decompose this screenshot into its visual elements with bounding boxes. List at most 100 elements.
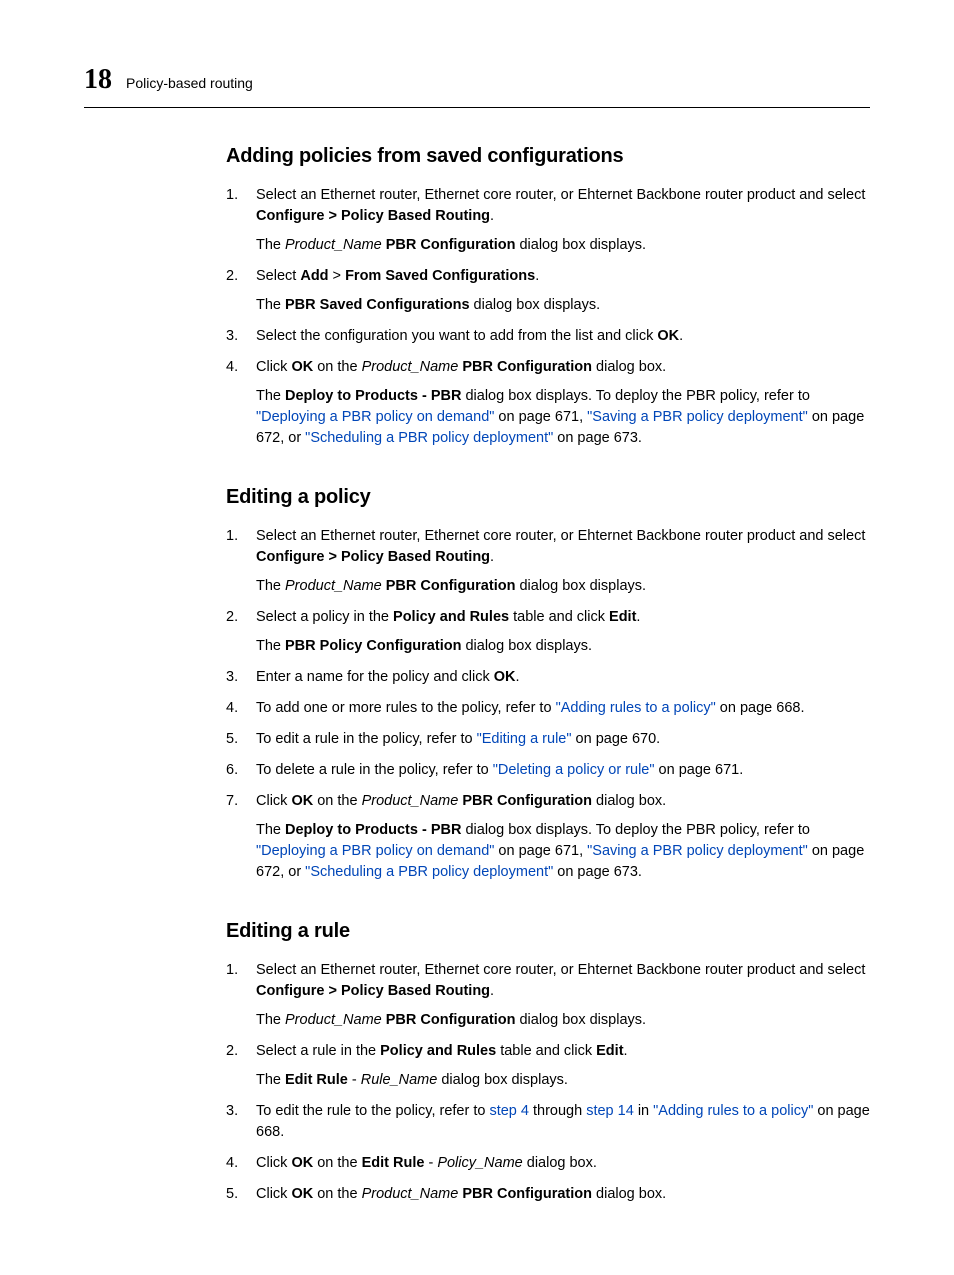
text: dialog box displays.	[437, 1072, 568, 1088]
text: The	[256, 1072, 285, 1088]
header-title: Policy-based routing	[126, 73, 253, 93]
list-item: 4. Click OK on the Product_Name PBR Conf…	[226, 357, 870, 449]
xref-link[interactable]: "Saving a PBR policy deployment"	[587, 409, 808, 425]
list-item: 7. Click OK on the Product_Name PBR Conf…	[226, 791, 870, 883]
text: .	[636, 609, 640, 625]
text: Select	[256, 268, 300, 284]
text: The	[256, 1012, 285, 1028]
text: on page 671,	[494, 843, 587, 859]
sub-text: The Product_Name PBR Configuration dialo…	[256, 576, 870, 597]
list-item: 2. Select a rule in the Policy and Rules…	[226, 1041, 870, 1091]
rule-name: Rule_Name	[361, 1072, 438, 1088]
dialog-name: PBR Configuration	[382, 1012, 516, 1028]
step-text: Select an Ethernet router, Ethernet core…	[256, 187, 865, 203]
text: dialog box displays. To deploy the PBR p…	[461, 822, 809, 838]
product-name: Product_Name	[362, 359, 459, 375]
list-item: 6. To delete a rule in the policy, refer…	[226, 760, 870, 781]
sub-text: The Deploy to Products - PBR dialog box …	[256, 820, 870, 883]
text: The	[256, 638, 285, 654]
list-item: 3. Enter a name for the policy and click…	[226, 667, 870, 688]
xref-link[interactable]: "Deploying a PBR policy on demand"	[256, 409, 494, 425]
list-item: 4. Click OK on the Edit Rule - Policy_Na…	[226, 1153, 870, 1174]
xref-link[interactable]: "Scheduling a PBR policy deployment"	[305, 430, 553, 446]
steps-adding-policies: 1. Select an Ethernet router, Ethernet c…	[226, 185, 870, 449]
heading-adding-policies: Adding policies from saved configuration…	[226, 142, 870, 171]
sub-text: The Product_Name PBR Configuration dialo…	[256, 1010, 870, 1031]
policy-name: Policy_Name	[437, 1155, 522, 1171]
text: Click	[256, 1186, 291, 1202]
xref-link[interactable]: "Scheduling a PBR policy deployment"	[305, 864, 553, 880]
xref-link[interactable]: "Deleting a policy or rule"	[493, 762, 655, 778]
text: Enter a name for the policy and click	[256, 669, 494, 685]
xref-link[interactable]: step 4	[489, 1103, 529, 1119]
text: dialog box.	[592, 359, 666, 375]
button-ref: OK	[291, 359, 313, 375]
product-name: Product_Name	[362, 793, 459, 809]
dialog-name: PBR Configuration	[458, 793, 592, 809]
text: on page 671.	[655, 762, 744, 778]
list-item: 4. To add one or more rules to the polic…	[226, 698, 870, 719]
table-name: Policy and Rules	[380, 1043, 496, 1059]
text: Click	[256, 359, 291, 375]
text: dialog box.	[592, 1186, 666, 1202]
text: .	[679, 328, 683, 344]
text: .	[516, 669, 520, 685]
xref-link[interactable]: "Adding rules to a policy"	[556, 700, 716, 716]
list-item: 5. To edit a rule in the policy, refer t…	[226, 729, 870, 750]
text: .	[490, 549, 494, 565]
text: -	[424, 1155, 437, 1171]
list-item: 5. Click OK on the Product_Name PBR Conf…	[226, 1184, 870, 1205]
button-ref: Edit	[609, 609, 636, 625]
dialog-name: Edit Rule	[285, 1072, 348, 1088]
list-item: 1. Select an Ethernet router, Ethernet c…	[226, 526, 870, 597]
text: The	[256, 297, 285, 313]
text: .	[535, 268, 539, 284]
list-item: 3. Select the configuration you want to …	[226, 326, 870, 347]
text: dialog box displays.	[461, 638, 592, 654]
dialog-name: Edit Rule	[362, 1155, 425, 1171]
page: 18 Policy-based routing Adding policies …	[0, 0, 954, 1275]
xref-link[interactable]: "Deploying a PBR policy on demand"	[256, 843, 494, 859]
text: on page 673.	[553, 430, 642, 446]
dialog-name: PBR Saved Configurations	[285, 297, 470, 313]
text: Select a policy in the	[256, 609, 393, 625]
text: To edit the rule to the policy, refer to	[256, 1103, 489, 1119]
menu-item: Add	[300, 268, 328, 284]
text: dialog box displays.	[515, 1012, 646, 1028]
button-ref: OK	[291, 1155, 313, 1171]
menu-path: Configure > Policy Based Routing	[256, 983, 490, 999]
menu-path: Configure > Policy Based Routing	[256, 549, 490, 565]
menu-item: From Saved Configurations	[345, 268, 535, 284]
text: The	[256, 578, 285, 594]
sub-text: The Edit Rule - Rule_Name dialog box dis…	[256, 1070, 870, 1091]
product-name: Product_Name	[285, 237, 382, 253]
text: The	[256, 237, 285, 253]
sub-text: The PBR Saved Configurations dialog box …	[256, 295, 870, 316]
text: The	[256, 822, 285, 838]
text: on page 673.	[553, 864, 642, 880]
xref-link[interactable]: step 14	[586, 1103, 634, 1119]
text: The	[256, 388, 285, 404]
product-name: Product_Name	[285, 578, 382, 594]
text: on the	[313, 1186, 361, 1202]
text: table and click	[509, 609, 609, 625]
dialog-name: Deploy to Products - PBR	[285, 822, 461, 838]
sub-text: The Product_Name PBR Configuration dialo…	[256, 235, 870, 256]
text: dialog box displays.	[515, 578, 646, 594]
heading-editing-policy: Editing a policy	[226, 483, 870, 512]
text: on the	[313, 793, 361, 809]
text: .	[490, 208, 494, 224]
product-name: Product_Name	[362, 1186, 459, 1202]
text: To delete a rule in the policy, refer to	[256, 762, 493, 778]
xref-link[interactable]: "Saving a PBR policy deployment"	[587, 843, 808, 859]
xref-link[interactable]: "Adding rules to a policy"	[653, 1103, 813, 1119]
text: on the	[313, 1155, 361, 1171]
xref-link[interactable]: "Editing a rule"	[477, 731, 572, 747]
text: dialog box.	[523, 1155, 597, 1171]
text: .	[490, 983, 494, 999]
text: dialog box displays.	[515, 237, 646, 253]
text: in	[634, 1103, 653, 1119]
text: dialog box displays. To deploy the PBR p…	[461, 388, 809, 404]
button-ref: OK	[657, 328, 679, 344]
menu-path: Configure > Policy Based Routing	[256, 208, 490, 224]
